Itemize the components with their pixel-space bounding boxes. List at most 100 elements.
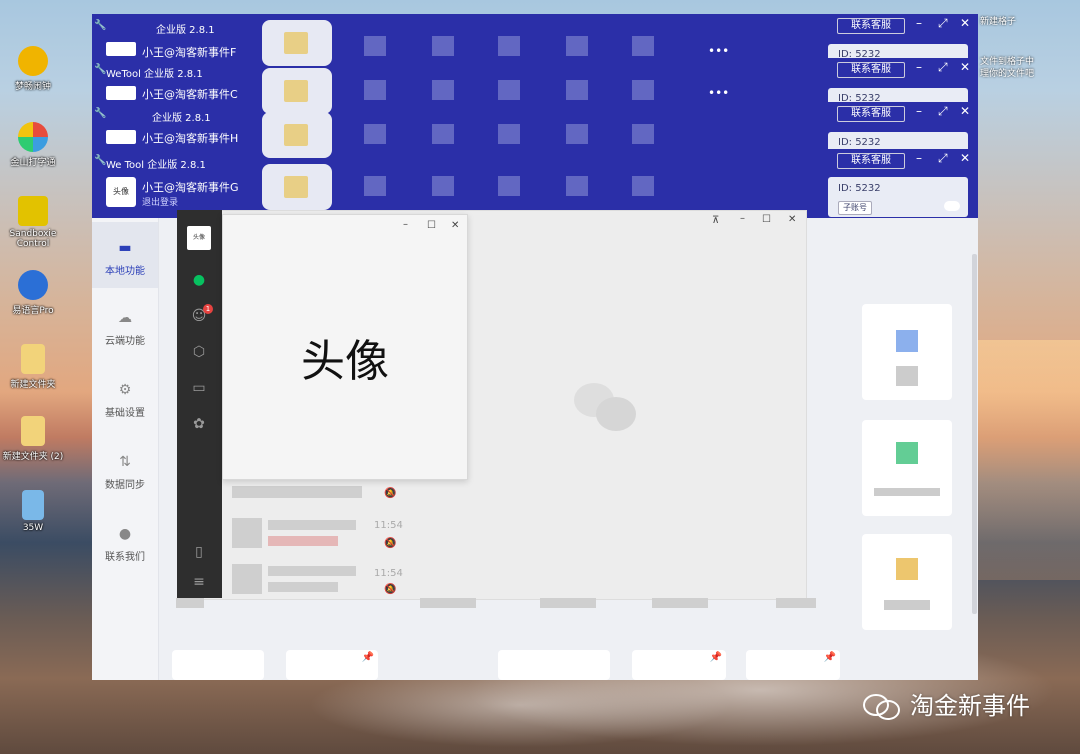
desktop-icon-folder-2[interactable]: 新建文件夹 (2) <box>0 416 68 462</box>
desktop-icon-folder[interactable]: 新建文件夹 <box>0 344 68 390</box>
mute-icon: 🔕 <box>384 584 397 595</box>
desktop-icon-alarm[interactable]: 梦畅闹钟 <box>0 46 68 92</box>
blurred-region <box>566 36 588 56</box>
minimize-icon[interactable]: – <box>916 16 922 30</box>
wetool-window-h[interactable]: 🔧 企业版 2.8.1 小王@淘客新事件H 联系客服 – ⤢ ✕ ID: 523… <box>92 102 978 154</box>
desktop-icon-typing[interactable]: 金山打字通 <box>0 122 68 168</box>
nav-item-local[interactable]: ▬ 本地功能 <box>92 222 158 288</box>
blurred-avatar <box>232 564 262 594</box>
feature-card[interactable] <box>862 534 952 630</box>
feature-card[interactable]: 📌 <box>286 650 378 680</box>
wetool-window-c[interactable]: 🔧 WeTool 企业版 2.8.1 小王@淘客新事件C 联系客服 – ⤢ ✕ … <box>92 58 978 110</box>
blurred-region <box>268 536 338 546</box>
feature-card[interactable] <box>172 650 264 680</box>
window-title: 企业版 2.8.1 <box>156 25 215 36</box>
nav-label: 基础设置 <box>105 408 145 419</box>
blurred-avatar <box>262 112 332 158</box>
mute-icon: 🔕 <box>384 488 397 499</box>
close-icon[interactable]: ✕ <box>960 104 970 118</box>
folder-icon[interactable]: ▭ <box>191 380 207 396</box>
feature-card[interactable] <box>862 420 952 516</box>
phone-icon[interactable]: ▯ <box>191 544 207 560</box>
close-icon[interactable]: ✕ <box>960 151 970 165</box>
maximize-icon[interactable]: ☐ <box>762 214 771 225</box>
blurred-region <box>498 124 520 144</box>
watermark: 淘金新事件 <box>862 686 1030 721</box>
blurred-region <box>776 598 816 608</box>
blurred-region <box>566 124 588 144</box>
contact-service-button[interactable]: 联系客服 <box>837 106 905 122</box>
pin-icon[interactable]: 📌 <box>824 652 836 663</box>
desktop-icon-sandboxie[interactable]: Sandboxie Control <box>0 196 68 249</box>
blurred-region <box>632 80 654 100</box>
maximize-icon[interactable]: ⤢ <box>938 151 948 166</box>
close-icon[interactable]: ✕ <box>960 60 970 74</box>
feature-card[interactable] <box>498 650 610 680</box>
blurred-avatar <box>262 20 332 66</box>
blurred-region <box>364 176 386 196</box>
close-icon[interactable]: ✕ <box>788 214 796 225</box>
nav-item-sync[interactable]: ⇅ 数据同步 <box>92 454 158 491</box>
contact-service-button[interactable]: 联系客服 <box>837 62 905 78</box>
desktop-icon-35w[interactable]: 35W <box>0 490 68 533</box>
pin-window-icon[interactable]: ⊼ <box>712 215 719 226</box>
contact-service-button[interactable]: 联系客服 <box>837 153 905 169</box>
more-icon[interactable]: ••• <box>708 44 729 58</box>
desktop-icon-label: 梦畅闹钟 <box>14 82 51 92</box>
logout-link[interactable]: 退出登录 <box>142 195 178 208</box>
more-icon[interactable]: ••• <box>708 86 729 100</box>
contact-service-button[interactable]: 联系客服 <box>837 18 905 34</box>
minimize-icon[interactable]: – <box>740 213 745 224</box>
wechat-logo-icon <box>574 379 638 435</box>
box-icon[interactable]: ⬡ <box>191 344 207 360</box>
account-name: 小王@淘客新事件C <box>142 88 238 101</box>
feature-card[interactable] <box>862 304 952 400</box>
desktop-icon-label: 易语言Pro <box>12 306 54 316</box>
cloud-icon <box>944 201 960 211</box>
close-icon[interactable]: ✕ <box>451 220 459 231</box>
eyuyan-pro-icon <box>18 270 48 300</box>
blurred-region <box>364 80 386 100</box>
alarm-clock-icon <box>18 46 48 76</box>
blurred-region <box>432 176 454 196</box>
wrench-icon: 🔧 <box>94 20 107 31</box>
maximize-icon[interactable]: ⤢ <box>938 104 948 119</box>
pin-icon[interactable]: 📌 <box>362 652 374 663</box>
minimize-icon[interactable]: – <box>916 151 922 165</box>
scrollbar[interactable] <box>972 254 977 614</box>
maximize-icon[interactable]: ⤢ <box>938 16 948 31</box>
chat-time: 11:54 <box>374 568 403 579</box>
nav-label: 联系我们 <box>105 552 145 563</box>
maximize-icon[interactable]: ⤢ <box>938 60 948 75</box>
settings-icon[interactable]: ✿ <box>191 416 207 432</box>
chat-list-item[interactable]: 11:54 🔕 <box>232 518 403 558</box>
minimize-icon[interactable]: – <box>403 219 408 230</box>
avatar-preview-window[interactable]: – ☐ ✕ 头像 <box>222 214 468 480</box>
chat-icon[interactable]: ● <box>191 272 207 288</box>
minimize-icon[interactable]: – <box>916 104 922 118</box>
chat-list-item[interactable]: 11:54 🔕 <box>232 564 403 604</box>
blurred-region <box>364 36 386 56</box>
feature-card[interactable]: 📌 <box>746 650 840 680</box>
menu-icon[interactable]: ≡ <box>191 574 207 590</box>
nav-label: 云端功能 <box>105 336 145 347</box>
nav-item-settings[interactable]: ⚙ 基础设置 <box>92 382 158 419</box>
nav-item-cloud[interactable]: ☁ 云端功能 <box>92 310 158 347</box>
chat-list-item[interactable]: 🔕 <box>232 482 402 522</box>
blurred-region <box>652 598 708 608</box>
blurred-region <box>268 520 356 530</box>
avatar[interactable]: 头像 <box>187 226 211 250</box>
maximize-icon[interactable]: ☐ <box>427 220 436 231</box>
pin-icon[interactable]: 📌 <box>710 652 722 663</box>
close-icon[interactable]: ✕ <box>960 16 970 30</box>
mute-icon: 🔕 <box>384 538 397 549</box>
wetool-window-g[interactable]: 🔧 We Tool 企业版 2.8.1 头像 小王@淘客新事件G 退出登录 联系… <box>92 149 978 219</box>
nav-label: 数据同步 <box>105 480 145 491</box>
feature-card[interactable]: 📌 <box>632 650 726 680</box>
minimize-icon[interactable]: – <box>916 60 922 74</box>
desktop-icon-eyuyan[interactable]: 易语言Pro <box>0 270 68 316</box>
desktop-icon-label: Sandboxie Control <box>9 229 57 249</box>
wechat-sidebar: 头像 ● ☺ 1 ⬡ ▭ ✿ ▯ ≡ <box>177 210 222 598</box>
nav-label: 本地功能 <box>105 266 145 277</box>
nav-item-contact[interactable]: ● 联系我们 <box>92 526 158 563</box>
